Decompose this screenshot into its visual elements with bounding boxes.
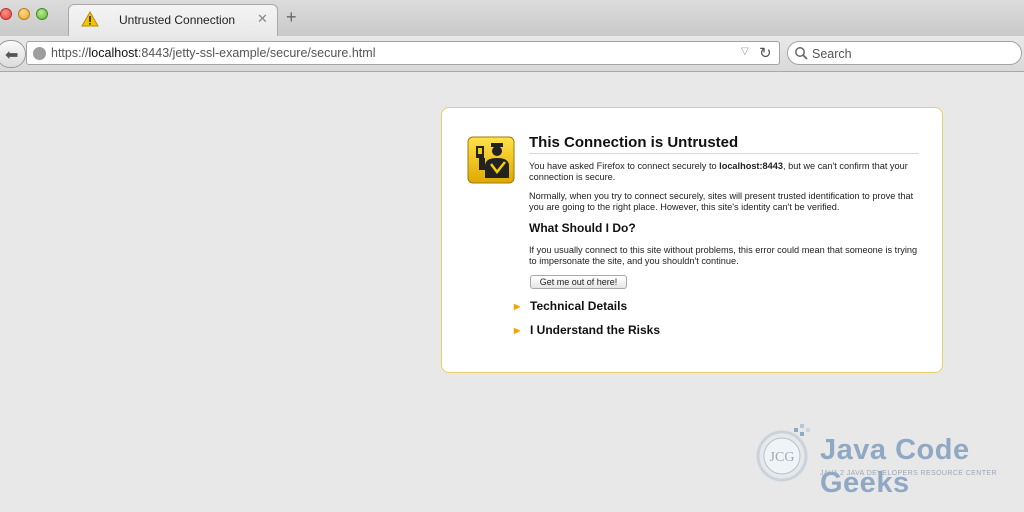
history-dropdown-icon[interactable]: ▽	[741, 46, 749, 57]
window-close-button[interactable]	[0, 8, 12, 20]
understand-risks-label: I Understand the Risks	[530, 323, 661, 337]
url-bar[interactable]: https://localhost:8443/jetty-ssl-example…	[26, 41, 780, 65]
get-me-out-button[interactable]: Get me out of here!	[530, 275, 627, 289]
warning-icon	[81, 11, 99, 27]
navigation-toolbar: ⬅ https://localhost:8443/jetty-ssl-examp…	[0, 36, 1024, 72]
tab-title: Untrusted Connection	[119, 13, 236, 27]
p1-text-before: You have asked Firefox to connect secure…	[529, 161, 720, 171]
tab-untrusted-connection[interactable]: Untrusted Connection ✕	[68, 4, 278, 36]
expand-arrow-icon: ▶	[514, 302, 521, 312]
understand-risks-expander[interactable]: ▶ I Understand the Risks	[514, 323, 660, 337]
expand-arrow-icon: ▶	[514, 326, 521, 336]
untrusted-connection-panel: This Connection is Untrusted You have as…	[441, 107, 943, 373]
jcg-emblem-icon: JCG	[756, 424, 810, 482]
back-button[interactable]: ⬅	[0, 40, 26, 68]
reload-icon[interactable]: ↻	[759, 44, 772, 62]
url-text[interactable]: https://localhost:8443/jetty-ssl-example…	[51, 46, 375, 60]
url-path: :8443/jetty-ssl-example/secure/secure.ht…	[137, 46, 376, 60]
officer-icon	[467, 136, 515, 184]
new-tab-button[interactable]: +	[286, 8, 297, 26]
search-icon	[795, 47, 808, 60]
back-arrow-icon: ⬅	[5, 47, 19, 64]
advice-paragraph: If you usually connect to this site with…	[529, 245, 918, 266]
page-title: This Connection is Untrusted	[529, 134, 919, 154]
explanation-paragraph: You have asked Firefox to connect secure…	[529, 161, 921, 183]
identity-paragraph: Normally, when you try to connect secure…	[529, 191, 914, 212]
tab-bar: Untrusted Connection ✕ +	[0, 0, 1024, 36]
globe-icon	[33, 47, 46, 60]
search-input[interactable]: Search	[787, 41, 1022, 65]
logo-brand: Java Code Geeks	[820, 434, 970, 499]
url-host: localhost	[88, 46, 138, 60]
svg-text:JCG: JCG	[770, 450, 795, 465]
logo-tagline: JAVA 2 JAVA DEVELOPERS RESOURCE CENTER	[820, 470, 997, 477]
window-minimize-button[interactable]	[18, 8, 30, 20]
java-code-geeks-logo: JCG Java Code Geeks JAVA 2 JAVA DEVELOPE…	[750, 420, 1000, 499]
tab-close-icon[interactable]: ✕	[257, 11, 268, 27]
url-prefix: https://	[51, 46, 89, 60]
what-should-i-do-heading: What Should I Do?	[529, 221, 636, 235]
technical-details-expander[interactable]: ▶ Technical Details	[514, 299, 627, 313]
search-placeholder: Search	[812, 47, 852, 61]
technical-details-label: Technical Details	[530, 299, 628, 313]
window-zoom-button[interactable]	[36, 8, 48, 20]
p1-host: localhost:8443	[719, 161, 783, 171]
